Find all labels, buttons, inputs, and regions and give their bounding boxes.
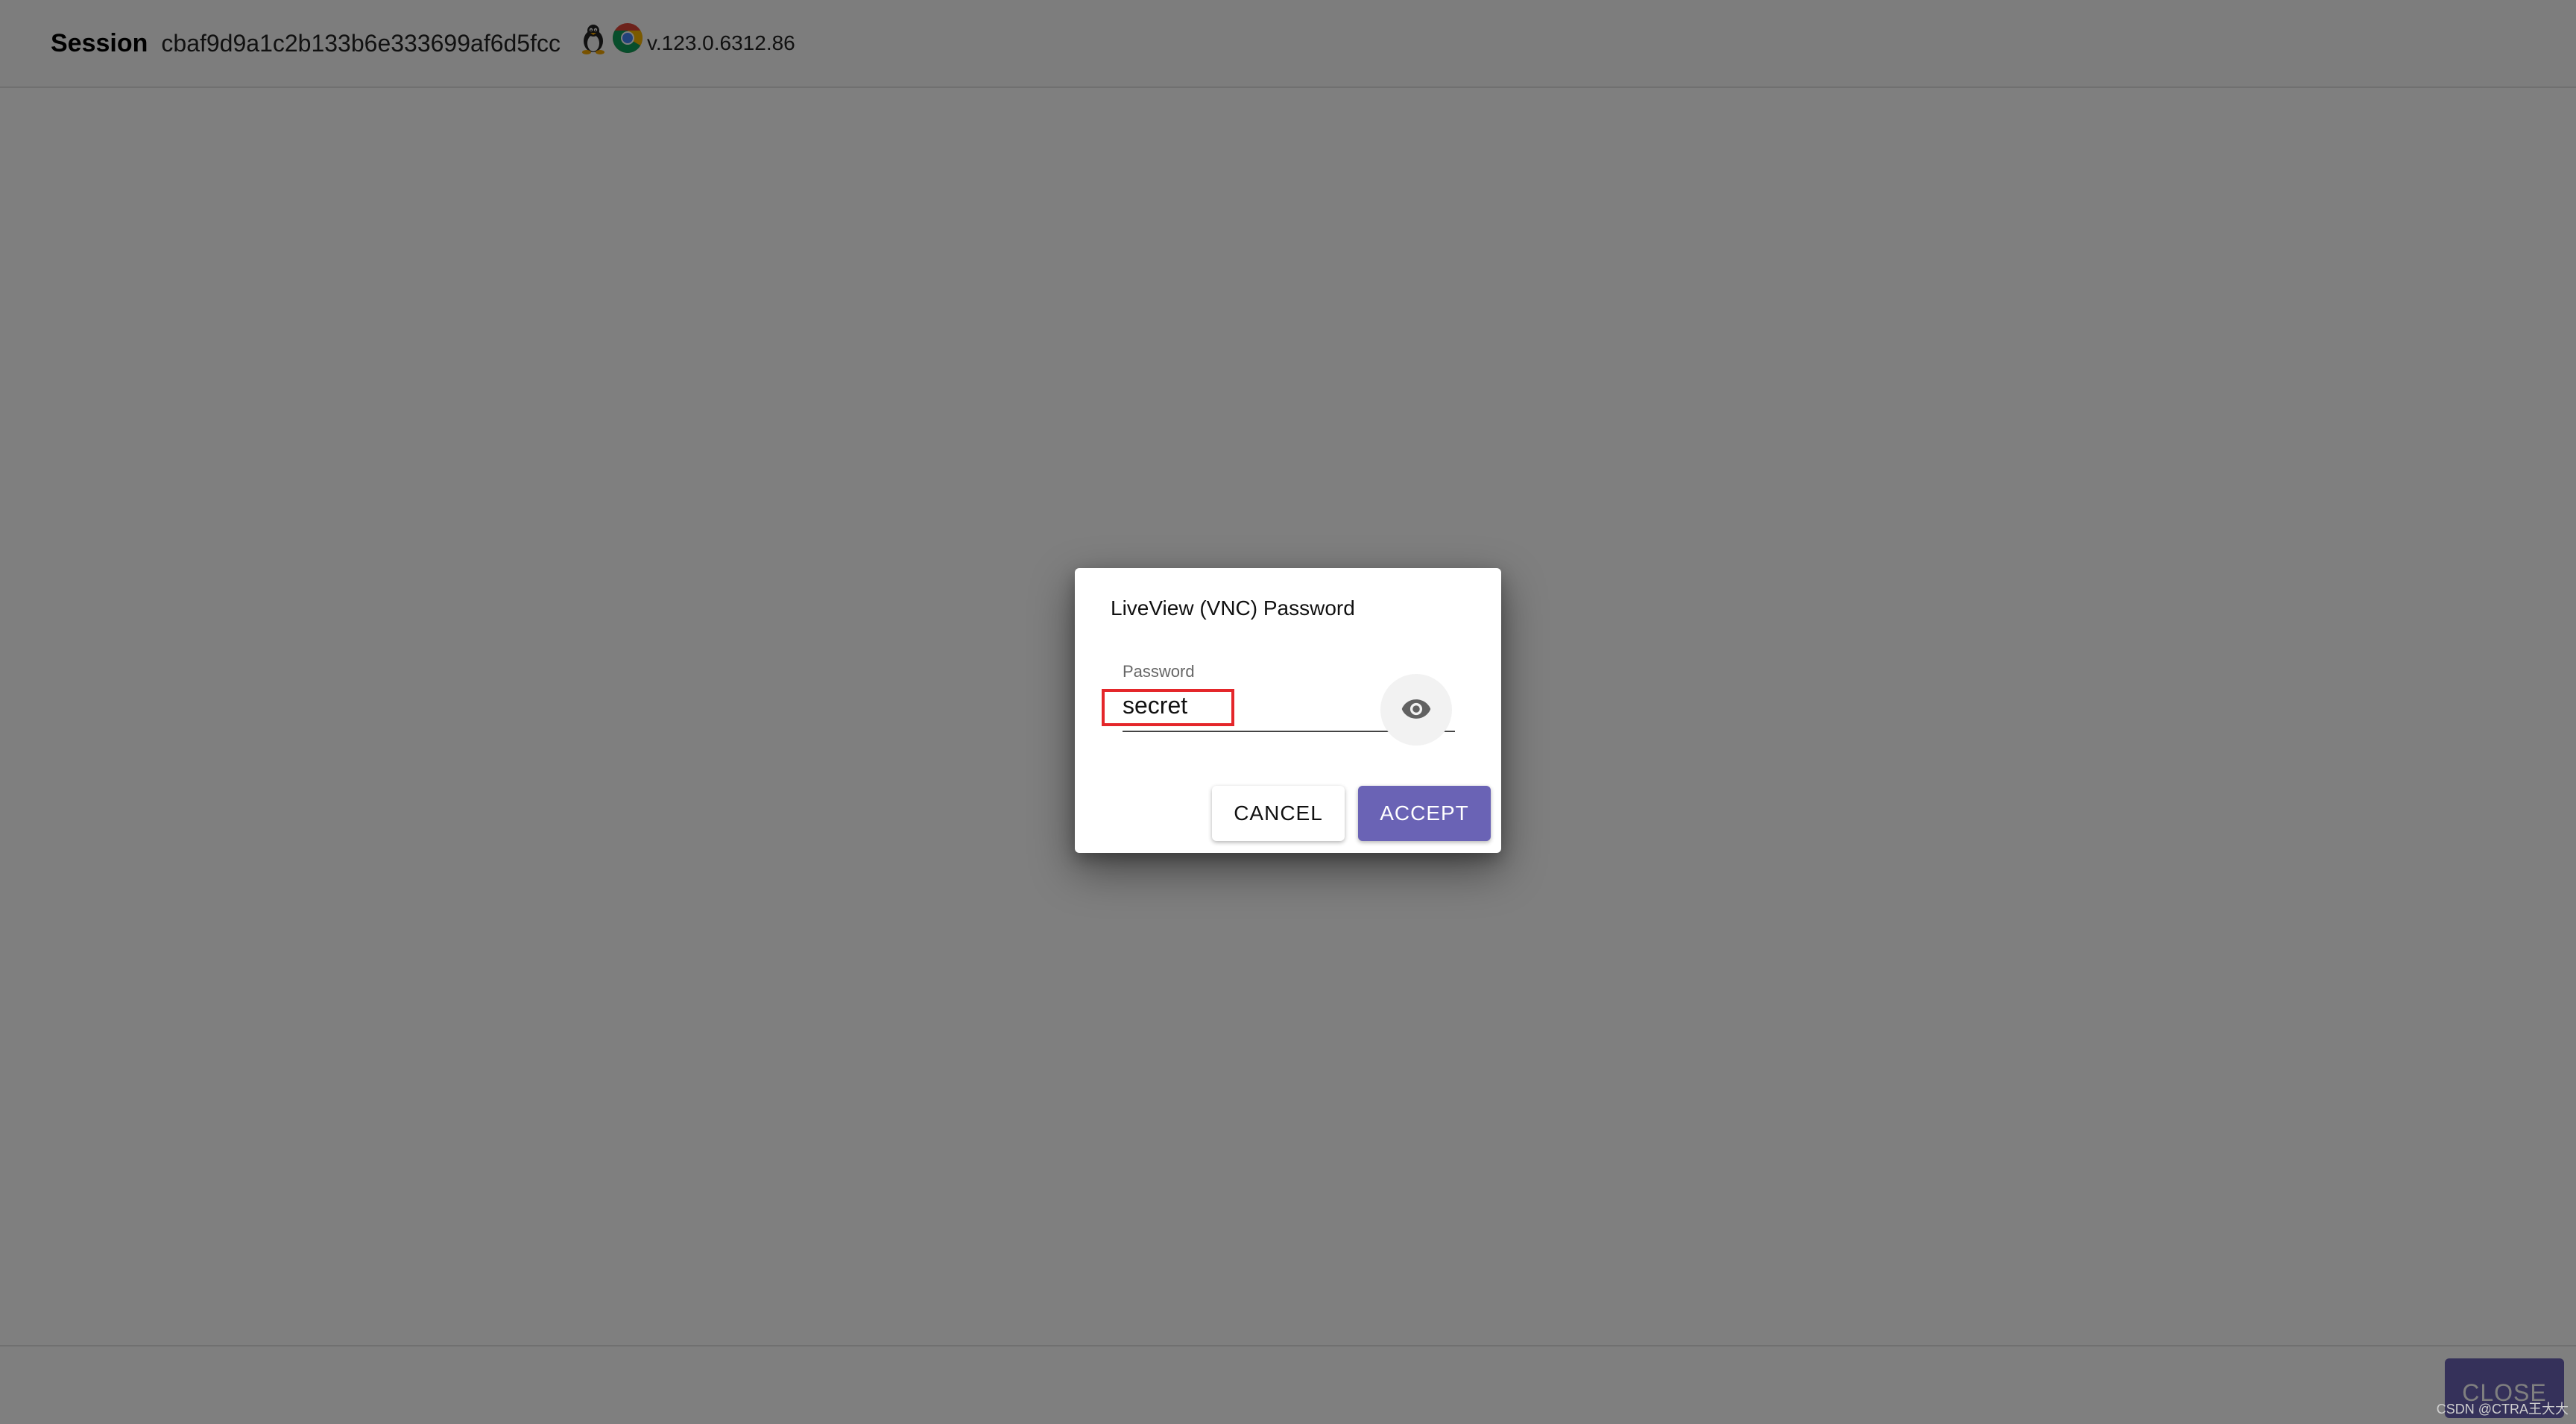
password-input[interactable] [1123, 687, 1383, 723]
vnc-password-dialog: LiveView (VNC) Password Password CANCEL … [1075, 568, 1501, 853]
page: Session cbaf9d9a1c2b133b6e333699af6d5fcc [0, 0, 2576, 1424]
dialog-title: LiveView (VNC) Password [1111, 596, 1355, 620]
password-field-label: Password [1123, 662, 1195, 681]
accept-button[interactable]: ACCEPT [1358, 786, 1491, 841]
toggle-password-visibility-button[interactable] [1380, 674, 1452, 746]
watermark: CSDN @CTRA王大大 [2436, 1402, 2569, 1417]
cancel-button[interactable]: CANCEL [1212, 786, 1345, 841]
eye-icon [1400, 693, 1433, 728]
